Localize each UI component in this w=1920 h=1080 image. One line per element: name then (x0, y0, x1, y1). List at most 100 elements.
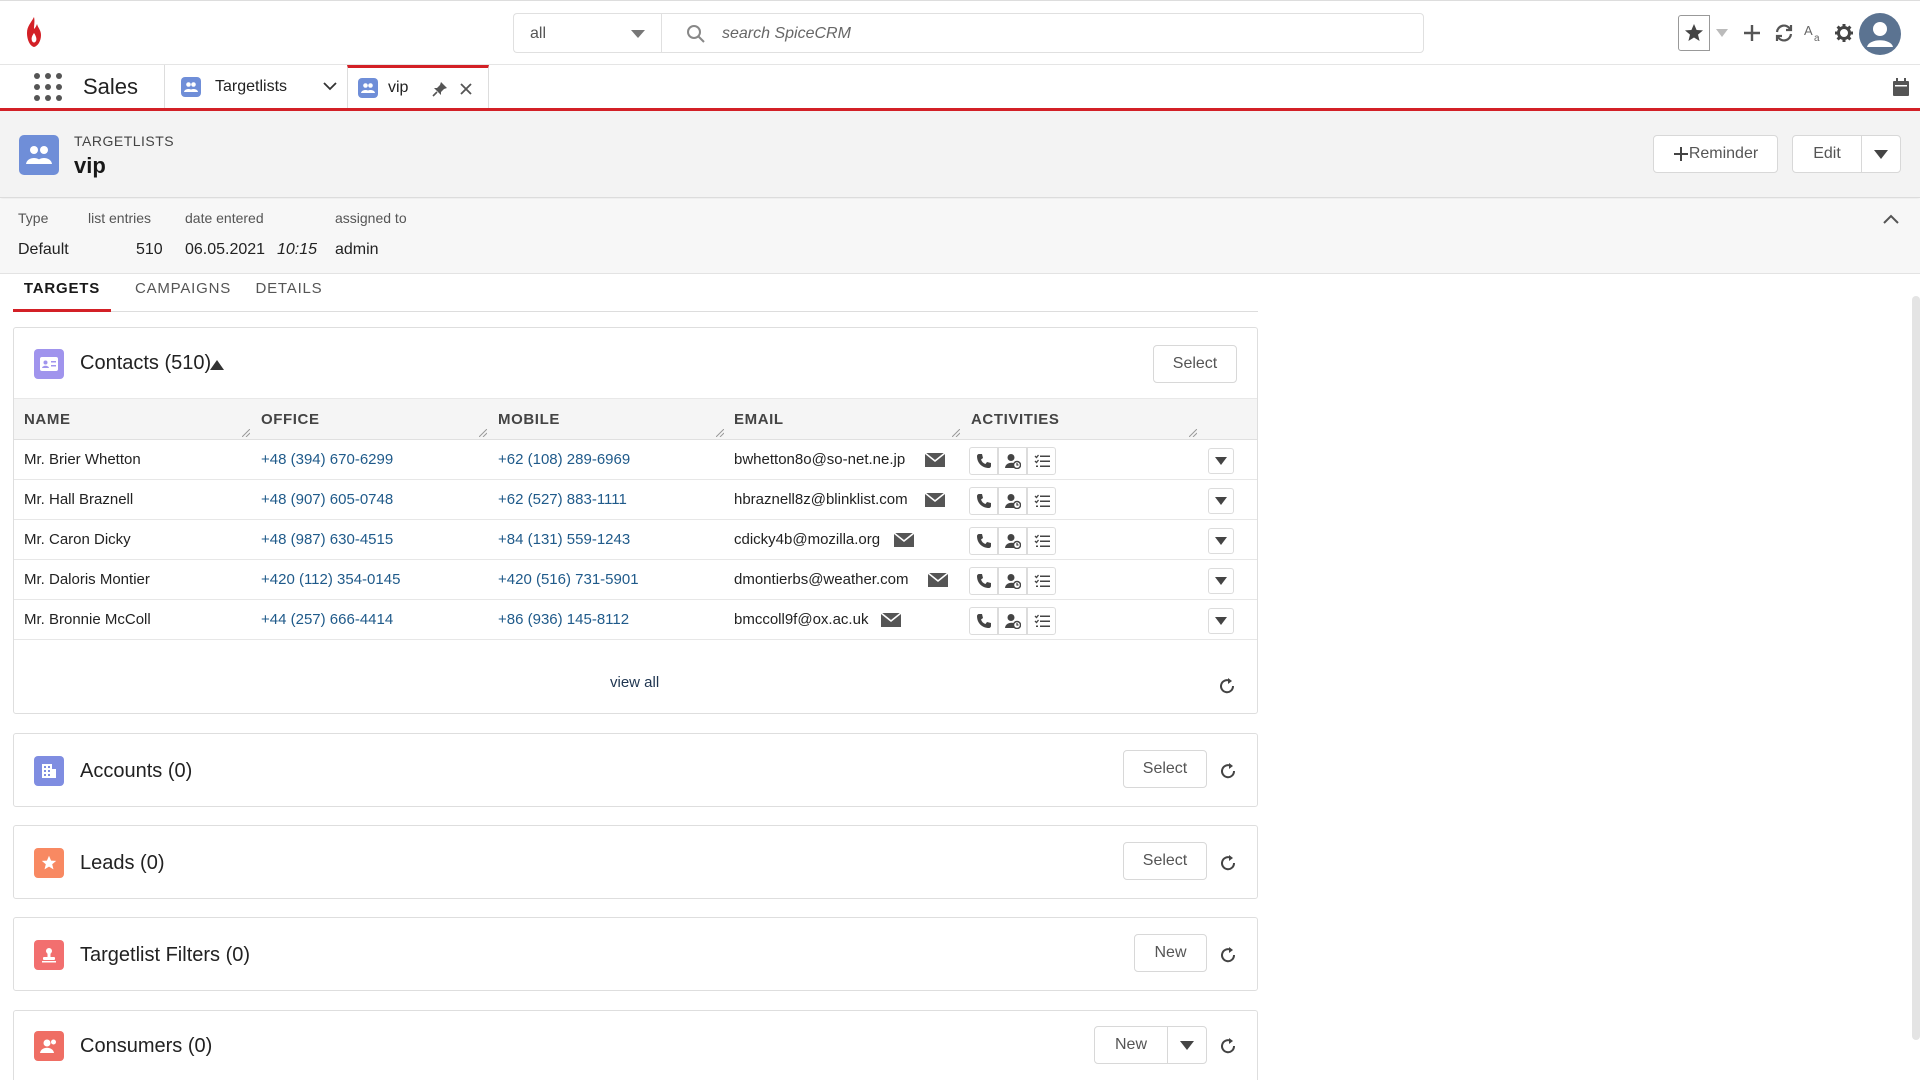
contact-email[interactable]: hbraznell8z@blinklist.com (734, 491, 908, 508)
nav-tab-vip[interactable]: vip (347, 65, 489, 108)
tab-campaigns[interactable]: CAMPAIGNS (124, 274, 242, 312)
contact-mobile-phone[interactable]: +86 (936) 145-8112 (498, 611, 629, 628)
refresh-icon[interactable] (1218, 761, 1238, 781)
envelope-icon[interactable] (925, 492, 945, 508)
contact-mobile-phone[interactable]: +62 (108) 289-6969 (498, 451, 630, 468)
schedule-meeting-button[interactable] (998, 487, 1027, 515)
contact-office-phone[interactable]: +48 (907) 605-0748 (261, 491, 393, 508)
contact-email[interactable]: dmontierbs@weather.com (734, 571, 908, 588)
contact-name[interactable]: Mr. Brier Whetton (24, 451, 141, 468)
contacts-select-button[interactable]: Select (1153, 345, 1237, 383)
targetlist-filters-panel-title[interactable]: Targetlist Filters (0) (80, 944, 250, 967)
quick-create-button[interactable] (1740, 21, 1764, 45)
reminder-button[interactable]: Reminder (1653, 135, 1778, 173)
column-header-mobile[interactable]: MOBILE (498, 411, 560, 428)
settings-button[interactable] (1832, 21, 1856, 45)
close-icon[interactable] (460, 83, 472, 95)
schedule-meeting-button[interactable] (998, 447, 1027, 475)
contact-name[interactable]: Mr. Daloris Montier (24, 571, 150, 588)
favorite-button[interactable] (1678, 15, 1710, 51)
envelope-icon[interactable] (881, 612, 901, 628)
create-task-button[interactable] (1027, 567, 1056, 595)
refresh-icon[interactable] (1218, 1036, 1238, 1056)
column-header-office[interactable]: OFFICE (261, 411, 320, 428)
create-task-button[interactable] (1027, 447, 1056, 475)
language-button[interactable]: A a (1802, 21, 1826, 45)
contact-mobile-phone[interactable]: +62 (527) 883-1111 (498, 491, 627, 508)
column-resize-handle[interactable] (242, 429, 250, 437)
chevron-down-icon[interactable] (323, 81, 337, 91)
record-actions-dropdown[interactable] (1861, 135, 1901, 173)
contacts-panel-title[interactable]: Contacts (510) (80, 352, 211, 375)
contact-email[interactable]: bmccoll9f@ox.ac.uk (734, 611, 868, 628)
row-actions-dropdown[interactable] (1208, 568, 1234, 594)
favorites-dropdown-button[interactable] (1710, 15, 1734, 51)
contact-office-phone[interactable]: +420 (112) 354-0145 (261, 571, 400, 588)
row-actions-dropdown[interactable] (1208, 448, 1234, 474)
column-resize-handle[interactable] (1189, 429, 1197, 437)
spicecrm-logo-icon[interactable] (22, 15, 46, 49)
column-resize-handle[interactable] (952, 429, 960, 437)
edit-button[interactable]: Edit (1792, 135, 1862, 173)
contact-office-phone[interactable]: +44 (257) 666-4414 (261, 611, 393, 628)
contact-mobile-phone[interactable]: +84 (131) 559-1243 (498, 531, 630, 548)
leads-select-button[interactable]: Select (1123, 842, 1207, 880)
global-search-input[interactable] (722, 22, 1402, 46)
refresh-icon[interactable] (1218, 945, 1238, 965)
reload-button[interactable] (1772, 21, 1796, 45)
column-header-email[interactable]: EMAIL (734, 411, 784, 428)
leads-panel-title[interactable]: Leads (0) (80, 852, 165, 875)
global-search-box[interactable] (661, 13, 1424, 53)
contact-name[interactable]: Mr. Bronnie McColl (24, 611, 151, 628)
envelope-icon[interactable] (928, 572, 948, 588)
create-task-button[interactable] (1027, 607, 1056, 635)
consumers-new-dropdown[interactable] (1167, 1026, 1207, 1064)
consumers-panel-title[interactable]: Consumers (0) (80, 1035, 212, 1058)
column-resize-handle[interactable] (479, 429, 487, 437)
log-call-button[interactable] (969, 607, 998, 635)
log-call-button[interactable] (969, 567, 998, 595)
schedule-meeting-button[interactable] (998, 607, 1027, 635)
field-value-assigned-to[interactable]: admin (335, 241, 379, 259)
contact-name[interactable]: Mr. Caron Dicky (24, 531, 131, 548)
tab-targets[interactable]: TARGETS (13, 274, 111, 312)
row-actions-dropdown[interactable] (1208, 528, 1234, 554)
create-task-button[interactable] (1027, 487, 1056, 515)
chevron-up-icon[interactable] (1882, 211, 1900, 229)
contact-name[interactable]: Mr. Hall Braznell (24, 491, 133, 508)
envelope-icon[interactable] (894, 532, 914, 548)
row-actions-dropdown[interactable] (1208, 608, 1234, 634)
log-call-button[interactable] (969, 487, 998, 515)
pin-icon[interactable] (432, 81, 448, 97)
log-call-button[interactable] (969, 527, 998, 555)
contact-email[interactable]: cdicky4b@mozilla.org (734, 531, 880, 548)
schedule-meeting-button[interactable] (998, 567, 1027, 595)
search-scope-select[interactable]: all (513, 13, 661, 53)
page-scrollbar[interactable] (1912, 296, 1920, 1040)
contact-email[interactable]: bwhetton8o@so-net.ne.jp (734, 451, 905, 468)
schedule-meeting-button[interactable] (998, 527, 1027, 555)
contact-office-phone[interactable]: +48 (987) 630-4515 (261, 531, 393, 548)
contact-mobile-phone[interactable]: +420 (516) 731-5901 (498, 571, 639, 588)
column-resize-handle[interactable] (716, 429, 724, 437)
accounts-panel-title[interactable]: Accounts (0) (80, 760, 192, 783)
view-all-link[interactable]: view all (610, 674, 659, 691)
log-call-button[interactable] (969, 447, 998, 475)
calendar-panel-icon[interactable] (1892, 77, 1910, 97)
filters-new-button[interactable]: New (1134, 934, 1207, 972)
app-launcher-icon[interactable] (34, 73, 62, 101)
user-avatar[interactable] (1859, 13, 1901, 55)
refresh-icon[interactable] (1218, 853, 1238, 873)
column-header-name[interactable]: NAME (24, 411, 71, 428)
tab-details[interactable]: DETAILS (242, 274, 336, 312)
create-task-button[interactable] (1027, 527, 1056, 555)
nav-tab-targetlists[interactable]: Targetlists (164, 65, 347, 108)
envelope-icon[interactable] (925, 452, 945, 468)
caret-up-icon[interactable] (210, 360, 224, 370)
row-actions-dropdown[interactable] (1208, 488, 1234, 514)
contact-office-phone[interactable]: +48 (394) 670-6299 (261, 451, 393, 468)
user-clock-icon (1004, 534, 1021, 549)
accounts-select-button[interactable]: Select (1123, 750, 1207, 788)
refresh-icon[interactable] (1217, 676, 1237, 696)
consumers-new-button[interactable]: New (1094, 1026, 1168, 1064)
